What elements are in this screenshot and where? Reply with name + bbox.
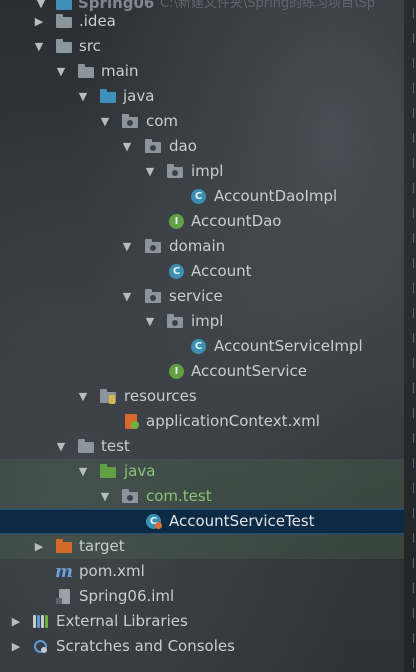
test-class-icon: C [146, 514, 162, 529]
tree-label: resources [124, 387, 197, 405]
tree-row-main[interactable]: ▼ main [0, 59, 404, 84]
tree-label: .idea [79, 12, 116, 30]
tree-row-src[interactable]: ▼ src [0, 34, 404, 59]
tree-row-dao[interactable]: ▼ dao [0, 134, 404, 159]
class-icon: C [191, 189, 207, 204]
tree-label: impl [191, 162, 224, 180]
tree-label: domain [169, 237, 226, 255]
tree-row-application-context[interactable]: applicationContext.xml [0, 409, 404, 434]
package-icon [145, 239, 161, 254]
tree-row-pom[interactable]: m pom.xml [0, 559, 404, 584]
tree-row-com[interactable]: ▼ com [0, 109, 404, 134]
tree-label: service [169, 287, 223, 305]
module-file-icon [56, 589, 72, 604]
tree-label: External Libraries [56, 612, 188, 630]
tree-label: AccountDao [191, 212, 282, 230]
tree-row-account[interactable]: C Account [0, 259, 404, 284]
package-icon [145, 139, 161, 154]
tree-row-java-main[interactable]: ▼ java [0, 84, 404, 109]
tree-row-iml[interactable]: Spring06.iml [0, 584, 404, 609]
expanded-arrow-icon[interactable]: ▼ [143, 309, 157, 334]
expanded-arrow-icon[interactable]: ▼ [76, 384, 90, 409]
tree-row-service[interactable]: ▼ service [0, 284, 404, 309]
tree-label: applicationContext.xml [146, 412, 320, 430]
tree-row-external-libraries[interactable]: ▶ External Libraries [0, 609, 404, 634]
expanded-arrow-icon[interactable]: ▼ [143, 159, 157, 184]
expanded-arrow-icon[interactable]: ▼ [98, 484, 112, 509]
tree-label: java [123, 87, 155, 105]
tree-label: dao [169, 137, 197, 155]
tree-label: main [101, 62, 139, 80]
project-tree: ▼ Spring06 C:\新建文件夹\Spring的练习项目\Sp ▶ .id… [0, 0, 404, 672]
package-icon [145, 289, 161, 304]
excluded-folder-icon [56, 539, 72, 554]
tree-label: Account [191, 262, 252, 280]
collapsed-arrow-icon[interactable]: ▶ [32, 9, 46, 34]
package-icon [167, 164, 183, 179]
package-icon [122, 114, 138, 129]
class-icon: C [169, 264, 185, 279]
expanded-arrow-icon[interactable]: ▼ [120, 234, 134, 259]
tree-label: com.test [146, 487, 212, 505]
tree-label: AccountServiceImpl [214, 337, 363, 355]
tree-row-java-test[interactable]: ▼ java [0, 459, 404, 484]
expanded-arrow-icon[interactable]: ▼ [54, 434, 68, 459]
tree-row-scratches[interactable]: ▶ Scratches and Consoles [0, 634, 404, 659]
collapsed-arrow-icon[interactable]: ▶ [9, 609, 23, 634]
expanded-arrow-icon[interactable]: ▼ [54, 59, 68, 84]
right-gutter [404, 0, 416, 672]
tree-row-account-dao-impl[interactable]: C AccountDaoImpl [0, 184, 404, 209]
folder-icon [78, 439, 94, 454]
tree-row-idea[interactable]: ▶ .idea [0, 9, 404, 34]
package-icon [122, 489, 138, 504]
folder-icon [56, 39, 72, 54]
tree-row-com-test[interactable]: ▼ com.test [0, 484, 404, 509]
tree-row-account-service[interactable]: I AccountService [0, 359, 404, 384]
tree-label: test [101, 437, 130, 455]
interface-icon: I [169, 214, 185, 229]
folder-icon [78, 64, 94, 79]
class-icon: C [191, 339, 207, 354]
tree-label: pom.xml [79, 562, 145, 580]
expanded-arrow-icon[interactable]: ▼ [32, 34, 46, 59]
test-source-folder-icon [100, 464, 116, 479]
tree-label: impl [191, 312, 224, 330]
folder-icon [56, 14, 72, 29]
expanded-arrow-icon[interactable]: ▼ [76, 84, 90, 109]
tree-row-domain[interactable]: ▼ domain [0, 234, 404, 259]
tree-row-account-service-test[interactable]: C AccountServiceTest [0, 509, 404, 534]
tree-row-account-dao[interactable]: I AccountDao [0, 209, 404, 234]
collapsed-arrow-icon[interactable]: ▶ [32, 534, 46, 559]
package-icon [167, 314, 183, 329]
tree-label: AccountService [191, 362, 308, 380]
tree-label: com [146, 112, 179, 130]
tree-label: AccountServiceTest [169, 512, 315, 530]
collapsed-arrow-icon[interactable]: ▶ [9, 634, 23, 659]
expanded-arrow-icon[interactable]: ▼ [76, 459, 90, 484]
tree-row-target[interactable]: ▶ target [0, 534, 404, 559]
tree-row-service-impl[interactable]: ▼ impl [0, 309, 404, 334]
expanded-arrow-icon[interactable]: ▼ [120, 134, 134, 159]
tree-label: java [124, 462, 156, 480]
resources-folder-icon [100, 389, 116, 404]
maven-icon: m [55, 562, 73, 582]
tree-row-resources[interactable]: ▼ resources [0, 384, 404, 409]
tree-label: Spring06.iml [79, 587, 175, 605]
scratches-icon [33, 639, 49, 654]
interface-icon: I [169, 364, 185, 379]
tree-label: AccountDaoImpl [214, 187, 338, 205]
tree-label: Scratches and Consoles [56, 637, 235, 655]
source-folder-icon [100, 89, 116, 104]
tree-label: target [79, 537, 125, 555]
tree-row-test[interactable]: ▼ test [0, 434, 404, 459]
tree-row-account-service-impl[interactable]: C AccountServiceImpl [0, 334, 404, 359]
expanded-arrow-icon[interactable]: ▼ [98, 109, 112, 134]
tree-label: src [79, 37, 101, 55]
spring-xml-icon [123, 414, 139, 429]
expanded-arrow-icon[interactable]: ▼ [120, 284, 134, 309]
tree-row-dao-impl[interactable]: ▼ impl [0, 159, 404, 184]
libraries-icon [33, 614, 49, 629]
